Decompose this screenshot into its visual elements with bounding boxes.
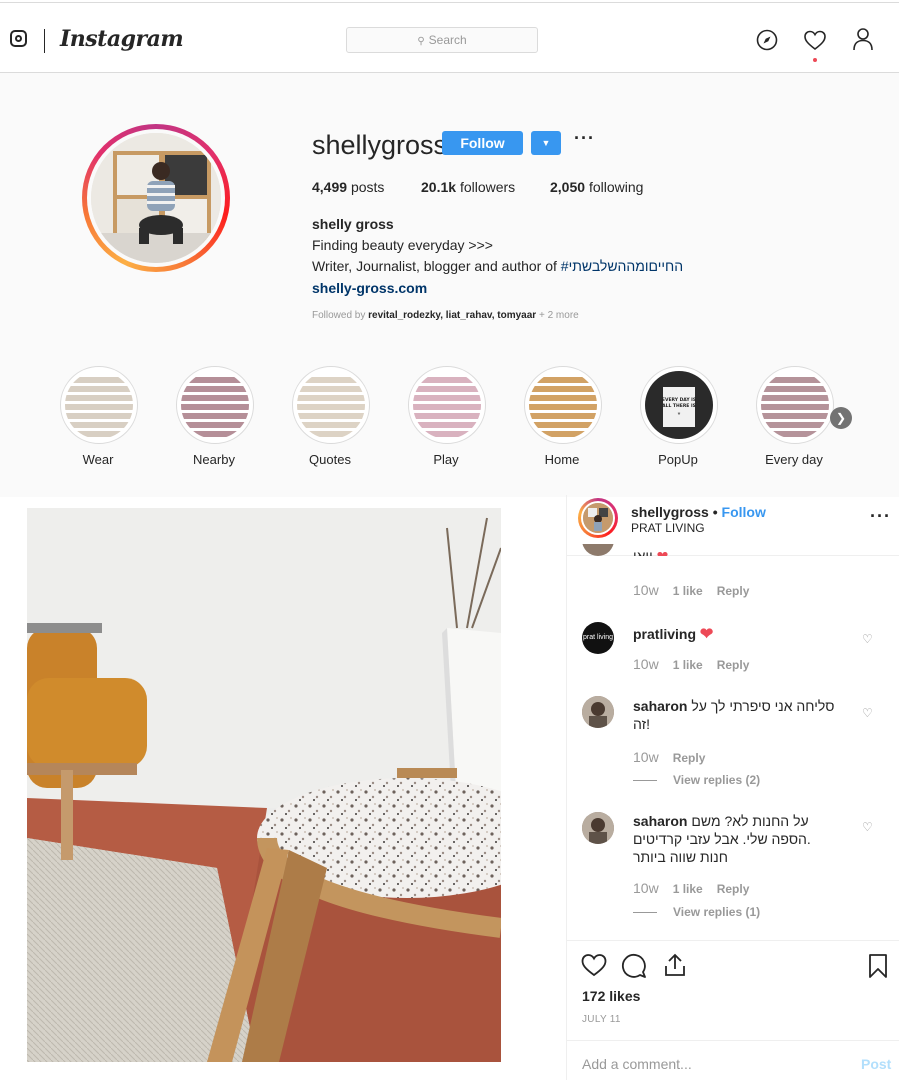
followers-stat[interactable]: 20.1k followers (421, 179, 515, 195)
comment-text-line: זה! (633, 716, 651, 732)
highlights-next-button[interactable]: ❯ (830, 407, 852, 429)
comment-time[interactable]: 10w (633, 749, 659, 765)
highlight-label: Quotes (309, 452, 351, 467)
post-date: JULY 11 (582, 1014, 621, 1025)
comment-meta: 10w Reply (633, 749, 705, 765)
comment-time[interactable]: 10w (633, 656, 659, 672)
logo-divider (44, 29, 45, 53)
post-more-options-button[interactable]: ··· (870, 506, 891, 527)
reply-button[interactable]: Reply (673, 751, 706, 765)
comment-username[interactable]: pratliving ❤ (633, 624, 713, 644)
activity-heart-icon[interactable] (803, 29, 827, 51)
search-placeholder: Search (428, 33, 467, 47)
instagram-wordmark[interactable]: Instagram (60, 26, 184, 52)
comment-time[interactable]: 10w (633, 582, 659, 598)
highlight-label: Wear (82, 452, 114, 467)
reply-button[interactable]: Reply (717, 658, 750, 672)
comment-avatar-saharon[interactable] (582, 696, 614, 728)
comment-like-heart-icon[interactable]: ♡ (862, 706, 873, 720)
svg-text:ALL THERE IS: ALL THERE IS (662, 403, 696, 409)
profile-full-name: shelly gross (312, 216, 394, 232)
highlight-label: PopUp (658, 452, 698, 467)
followed-by[interactable]: Followed by revital_rodezky, liat_rahav,… (312, 310, 579, 321)
story-highlight-popup[interactable]: EVERY DAY IS ALL THERE IS * (640, 366, 718, 444)
comment-time[interactable]: 10w (633, 880, 659, 896)
more-options-button[interactable]: ··· (574, 128, 595, 149)
comment-meta: 10w 1 like Reply (633, 582, 749, 598)
comment-text: וואו ❤ (633, 542, 668, 556)
view-replies-button[interactable]: View replies (2) (633, 773, 760, 787)
comment-username[interactable]: saharon (633, 813, 687, 829)
comment-meta: 10w 1 like Reply (633, 880, 749, 896)
comment-username[interactable]: saharon (633, 698, 687, 714)
profile-avatar[interactable] (91, 133, 221, 263)
highlight-label: Every day (765, 452, 823, 467)
story-highlight-play[interactable] (408, 366, 486, 444)
comment-text: saharon על החנות לא? משם (633, 813, 809, 829)
bookmark-icon[interactable] (867, 953, 889, 979)
story-highlight-nearby[interactable] (176, 366, 254, 444)
svg-text:EVERY DAY IS: EVERY DAY IS (662, 397, 696, 403)
reply-button[interactable]: Reply (717, 882, 750, 896)
bio-hashtag-link[interactable]: #החייםומההשלבשתי (561, 258, 683, 274)
posts-stat[interactable]: 4,499 posts (312, 179, 384, 195)
profile-person-icon[interactable] (852, 27, 874, 51)
highlight-label: Play (433, 452, 459, 467)
highlight-label: Home (544, 452, 580, 467)
highlight-label: Nearby (193, 452, 235, 467)
chevron-down-icon: ▼ (541, 138, 551, 148)
instagram-camera-icon[interactable] (10, 30, 27, 47)
comment-avatar-pratliving[interactable]: prat living (582, 622, 614, 654)
post-follow-button[interactable]: Follow (722, 504, 766, 520)
comment-text-line: הספה שלי. אבל עזבי קרדיטים. (633, 831, 811, 847)
search-input[interactable]: ⚲ Search (346, 27, 538, 53)
story-highlight-every-day[interactable] (756, 366, 834, 444)
notification-dot (813, 58, 817, 62)
comment-bubble-icon[interactable] (621, 953, 647, 979)
chevron-right-icon: ❯ (835, 411, 847, 425)
post-location[interactable]: PRAT LIVING (631, 521, 705, 535)
following-stat[interactable]: 2,050 following (550, 179, 643, 195)
comment-text: saharon סליחה אני סיפרתי לך על (633, 698, 835, 714)
comment-likes[interactable]: 1 like (673, 658, 703, 672)
comment-like-heart-icon[interactable]: ♡ (862, 820, 873, 834)
comment-avatar[interactable] (582, 544, 614, 556)
reply-button[interactable]: Reply (717, 584, 750, 598)
view-replies-button[interactable]: View replies (1) (633, 905, 760, 919)
post-comment-button[interactable]: Post (861, 1056, 891, 1072)
red-heart-emoji-icon: ❤ (656, 548, 669, 556)
story-highlight-wear[interactable] (60, 366, 138, 444)
post-author[interactable]: shellygross • Follow (631, 504, 766, 520)
red-heart-emoji-icon: ❤ (699, 626, 714, 643)
comment-like-heart-icon[interactable]: ♡ (862, 632, 873, 646)
like-heart-icon[interactable] (581, 953, 607, 977)
search-icon: ⚲ (417, 36, 425, 47)
comment-likes[interactable]: 1 like (673, 882, 703, 896)
share-icon[interactable] (663, 952, 687, 978)
post-author-avatar[interactable] (583, 503, 613, 533)
likes-count[interactable]: 172 likes (582, 988, 640, 1004)
post-image[interactable] (27, 508, 501, 1062)
follow-button[interactable]: Follow (442, 131, 523, 155)
comment-avatar-saharon[interactable] (582, 812, 614, 844)
bio-line-1: Finding beauty everyday >>> (312, 237, 493, 253)
profile-username: shellygross (312, 130, 448, 160)
svg-text:*: * (678, 412, 681, 419)
comment-text-line: חנות שווה ביותר (633, 849, 728, 865)
story-highlight-home[interactable] (524, 366, 602, 444)
website-link[interactable]: shelly-gross.com (312, 280, 427, 296)
add-comment-input[interactable]: Add a comment... (582, 1056, 692, 1072)
top-nav: Instagram ⚲ Search (0, 3, 899, 73)
comment-likes[interactable]: 1 like (673, 584, 703, 598)
suggestions-dropdown-button[interactable]: ▼ (531, 131, 561, 155)
dot-separator: • (712, 504, 718, 520)
bio-line-2: Writer, Journalist, blogger and author o… (312, 258, 684, 274)
explore-compass-icon[interactable] (756, 29, 778, 51)
story-highlight-quotes[interactable] (292, 366, 370, 444)
comment-meta: 10w 1 like Reply (633, 656, 749, 672)
